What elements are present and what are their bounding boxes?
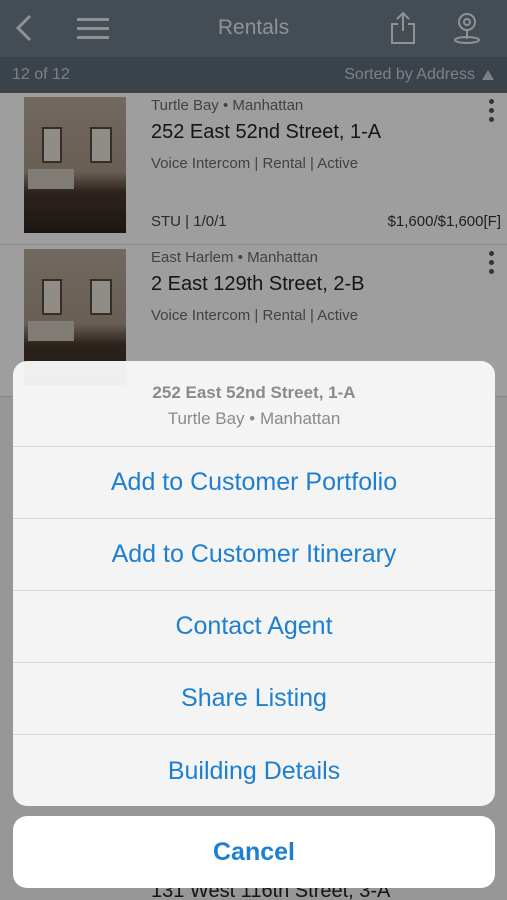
add-to-itinerary-button[interactable]: Add to Customer Itinerary xyxy=(13,519,495,591)
action-sheet-subtitle: Turtle Bay • Manhattan xyxy=(167,409,341,428)
share-listing-button[interactable]: Share Listing xyxy=(13,663,495,735)
building-details-button[interactable]: Building Details xyxy=(13,735,495,806)
action-sheet-title: 252 East 52nd Street, 1-A xyxy=(152,383,356,402)
add-to-portfolio-button[interactable]: Add to Customer Portfolio xyxy=(13,447,495,519)
contact-agent-button[interactable]: Contact Agent xyxy=(13,591,495,663)
action-sheet-header: 252 East 52nd Street, 1-A Turtle Bay • M… xyxy=(13,361,495,447)
action-sheet: 252 East 52nd Street, 1-A Turtle Bay • M… xyxy=(13,361,495,806)
cancel-button[interactable]: Cancel xyxy=(13,816,495,888)
